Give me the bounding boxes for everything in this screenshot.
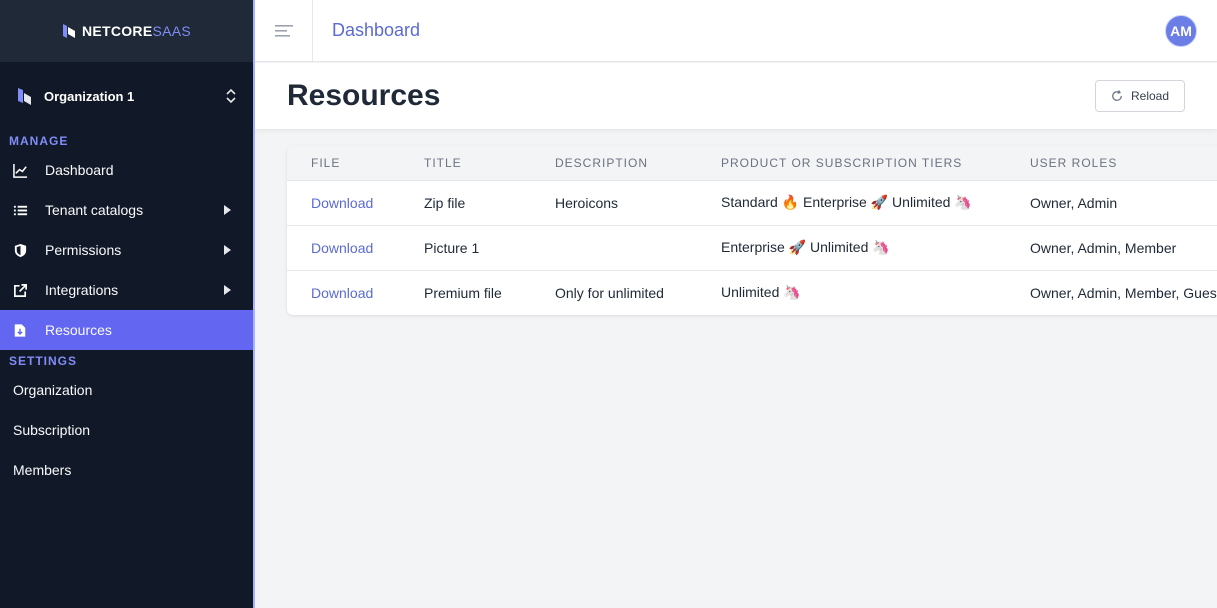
organization-switcher[interactable]: Organization 1 (0, 62, 253, 130)
section-label-manage: MANAGE (9, 134, 69, 148)
roles-cell: Owner, Admin (1006, 179, 1217, 225)
table-row: Download Premium file Only for unlimited… (287, 269, 1217, 315)
sidebar-item-dashboard[interactable]: Dashboard (0, 150, 253, 190)
sidebar-item-tenant-catalogs[interactable]: Tenant catalogs (0, 190, 253, 230)
title-cell: Premium file (400, 269, 531, 315)
document-download-icon (12, 322, 28, 338)
sidebar-item-members[interactable]: Members (0, 450, 253, 490)
column-header-user-roles[interactable]: USER ROLES (1006, 146, 1217, 180)
description-cell (531, 224, 697, 270)
reload-icon (1112, 90, 1122, 101)
column-header-title[interactable]: TITLE (400, 146, 531, 180)
column-header-tiers[interactable]: PRODUCT OR SUBSCRIPTION TIERS (697, 146, 1006, 180)
description-cell: Only for unlimited (531, 269, 697, 315)
brand-logo[interactable]: NETCORESAAS (0, 0, 253, 62)
sidebar-item-label: Tenant catalogs (45, 202, 144, 218)
title-cell: Picture 1 (400, 224, 531, 270)
sidebar: NETCORESAAS Organization 1 MANAGE Dashbo… (0, 0, 253, 608)
resources-table: FILE TITLE DESCRIPTION PRODUCT OR SUBSCR… (287, 146, 1217, 315)
chart-icon (12, 162, 28, 178)
expand-arrow-icon (224, 245, 231, 255)
tiers-cell: Standard 🔥 Enterprise 🚀 Unlimited 🦄 (697, 179, 1006, 225)
tiers-cell: Unlimited 🦄 (697, 269, 1006, 315)
expand-arrow-icon (224, 285, 231, 295)
file-cell: Download (287, 179, 400, 225)
table-row: Download Picture 1 Enterprise 🚀 Unlimite… (287, 224, 1217, 270)
brand-name: NETCORESAAS (82, 23, 191, 39)
shield-icon (12, 242, 28, 258)
roles-cell: Owner, Admin, Member, Guest (1006, 269, 1217, 315)
breadcrumb[interactable]: Dashboard (332, 20, 1165, 41)
external-link-icon (12, 282, 28, 298)
sidebar-item-label: Dashboard (45, 162, 114, 178)
reload-button[interactable]: Reload (1095, 80, 1185, 112)
reload-button-label: Reload (1130, 89, 1170, 103)
download-link[interactable]: Download (311, 285, 373, 301)
avatar[interactable]: AM (1165, 14, 1197, 47)
column-header-description[interactable]: DESCRIPTION (531, 146, 697, 180)
sidebar-item-label: Members (13, 462, 72, 478)
tiers-cell: Enterprise 🚀 Unlimited 🦄 (697, 224, 1006, 270)
sidebar-item-label: Subscription (13, 422, 91, 438)
download-link[interactable]: Download (311, 240, 373, 256)
brand-name-part1: NETCORE (81, 23, 153, 39)
list-icon (12, 202, 28, 218)
sidebar-item-label: Resources (45, 322, 112, 338)
organization-name: Organization 1 (44, 88, 135, 104)
top-bar: Dashboard AM (255, 0, 1217, 62)
table-row: Download Zip file Heroicons Standard 🔥 E… (287, 179, 1217, 225)
section-label-settings: SETTINGS (9, 354, 78, 368)
file-cell: Download (287, 224, 400, 270)
expand-arrow-icon (224, 205, 231, 215)
title-cell: Zip file (400, 179, 531, 225)
sidebar-item-resources[interactable]: Resources (0, 310, 253, 350)
menu-toggle-button[interactable] (255, 0, 313, 62)
sidebar-item-subscription[interactable]: Subscription (0, 410, 253, 450)
file-cell: Download (287, 269, 400, 315)
chevron-up-down-icon (226, 88, 236, 104)
logo-icon (62, 24, 75, 38)
column-header-file[interactable]: FILE (287, 146, 400, 180)
page-title: Resources (287, 79, 441, 112)
sidebar-item-organization[interactable]: Organization (0, 370, 253, 410)
description-cell: Heroicons (531, 179, 697, 225)
sidebar-item-integrations[interactable]: Integrations (0, 270, 253, 310)
sidebar-item-label: Permissions (45, 242, 122, 258)
sidebar-item-permissions[interactable]: Permissions (0, 230, 253, 270)
download-link[interactable]: Download (311, 195, 373, 211)
page-header: Resources Reload (255, 63, 1217, 129)
sidebar-item-label: Integrations (45, 282, 119, 298)
sidebar-item-label: Organization (13, 382, 93, 398)
roles-cell: Owner, Admin, Member (1006, 224, 1217, 270)
organization-logo-icon (18, 88, 31, 105)
brand-name-part2: SAAS (152, 23, 192, 39)
table-header-row: FILE TITLE DESCRIPTION PRODUCT OR SUBSCR… (287, 146, 1217, 180)
menu-icon (274, 24, 293, 37)
